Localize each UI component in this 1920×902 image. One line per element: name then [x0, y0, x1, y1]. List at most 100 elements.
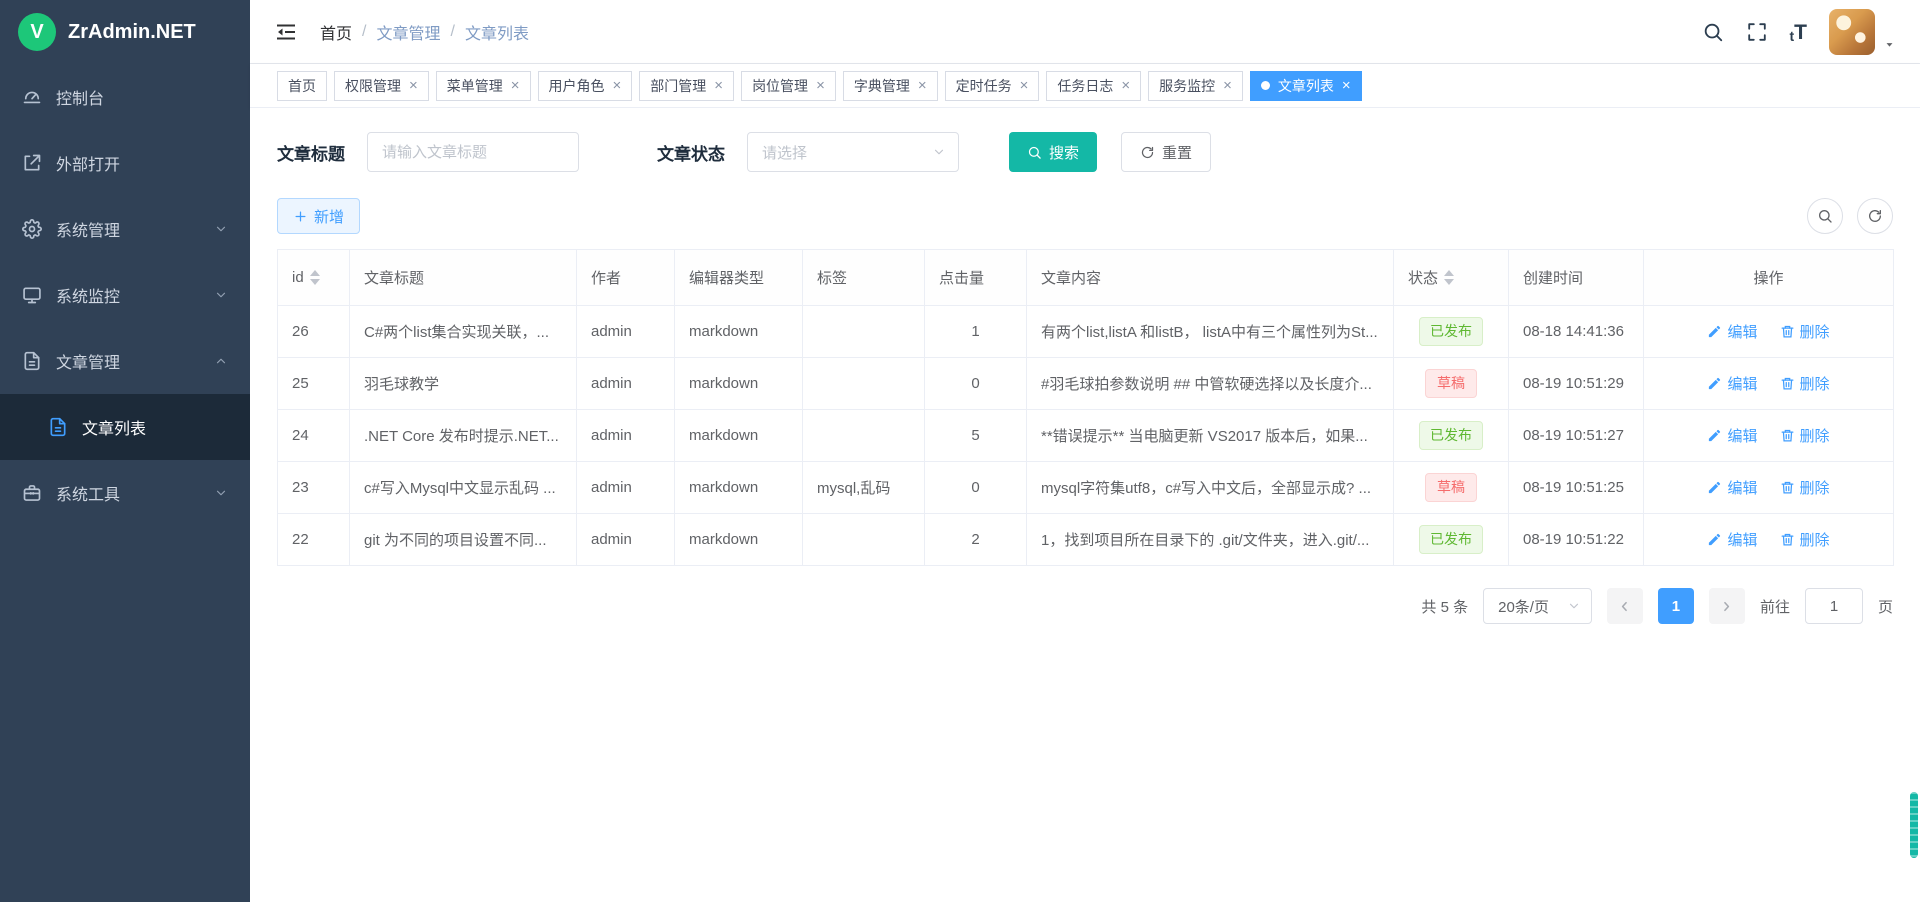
cell-id: 22: [278, 514, 350, 566]
logo-icon: V: [18, 13, 56, 51]
tab-close-icon[interactable]: ×: [409, 77, 418, 94]
delete-link[interactable]: 删除: [1780, 373, 1830, 394]
toggle-search-button[interactable]: [1807, 198, 1843, 234]
sidebar-item-label: 外部打开: [56, 151, 120, 175]
user-avatar[interactable]: [1829, 9, 1875, 55]
delete-link[interactable]: 删除: [1780, 477, 1830, 498]
edit-link[interactable]: 编辑: [1707, 373, 1757, 394]
column-header-ops: 操作: [1644, 250, 1894, 306]
add-button[interactable]: 新增: [277, 198, 360, 234]
cell-title: .NET Core 发布时提示.NET...: [350, 410, 577, 462]
edit-link[interactable]: 编辑: [1707, 321, 1757, 342]
goto-page-input[interactable]: [1805, 588, 1863, 624]
tab-close-icon[interactable]: ×: [511, 77, 520, 94]
sidebar-item-system-monitor[interactable]: 系统监控: [0, 262, 250, 328]
tab-timed-task[interactable]: 定时任务×: [945, 71, 1040, 101]
page-number-1[interactable]: 1: [1658, 588, 1694, 624]
cell-tags: [803, 410, 925, 462]
font-size-icon[interactable]: tT: [1790, 21, 1808, 43]
tab-home[interactable]: 首页: [277, 71, 327, 101]
column-label: 操作: [1753, 267, 1783, 288]
sidebar-item-system-tools[interactable]: 系统工具: [0, 460, 250, 526]
delete-icon: [1780, 376, 1795, 391]
tab-article-list[interactable]: 文章列表×: [1250, 71, 1362, 101]
tab-label: 部门管理: [650, 76, 706, 96]
sidebar-item-console[interactable]: 控制台: [0, 64, 250, 130]
table-row: 25羽毛球教学adminmarkdown0#羽毛球拍参数说明 ## 中管软硬选择…: [278, 358, 1894, 410]
pagination: 共 5 条 20条/页 1 前往 页: [277, 588, 1893, 624]
breadcrumb-item[interactable]: 文章管理: [376, 20, 440, 44]
tab-close-icon[interactable]: ×: [613, 77, 622, 94]
add-button-label: 新增: [314, 206, 344, 227]
cell-status: 草稿: [1394, 462, 1509, 514]
page-size-select[interactable]: 20条/页: [1483, 588, 1592, 624]
sidebar-item-system-management[interactable]: 系统管理: [0, 196, 250, 262]
tab-user-role[interactable]: 用户角色×: [538, 71, 633, 101]
column-header-id[interactable]: id: [278, 250, 350, 306]
column-header-hits: 点击量: [925, 250, 1027, 306]
search-button[interactable]: 搜索: [1009, 132, 1097, 172]
cell-ops: 编辑 删除: [1644, 410, 1894, 462]
caret-down-icon[interactable]: [1883, 38, 1896, 51]
delete-link[interactable]: 删除: [1780, 321, 1830, 342]
cell-status: 已发布: [1394, 306, 1509, 358]
article-status-select[interactable]: 请选择: [747, 132, 959, 172]
sidebar-collapse-button[interactable]: [274, 20, 298, 44]
refresh-icon: [1140, 145, 1155, 160]
page-size-value: 20条/页: [1498, 596, 1549, 617]
tab-close-icon[interactable]: ×: [1121, 77, 1130, 94]
breadcrumb-item[interactable]: 首页: [320, 20, 352, 44]
tab-post[interactable]: 岗位管理 ×: [741, 71, 836, 101]
delete-link[interactable]: 删除: [1780, 529, 1830, 550]
tab-label: 岗位管理: [752, 76, 808, 96]
sort-icon[interactable]: [310, 270, 320, 285]
search-icon[interactable]: [1702, 21, 1724, 43]
tab-service-monitor[interactable]: 服务监控×: [1148, 71, 1243, 101]
active-tab-dot: [1261, 81, 1270, 90]
column-header-author: 作者: [577, 250, 675, 306]
column-label: id: [292, 269, 304, 286]
edit-link[interactable]: 编辑: [1707, 425, 1757, 446]
tab-close-icon[interactable]: ×: [918, 77, 927, 94]
sort-icon[interactable]: [1444, 270, 1454, 285]
header-actions: tT: [1702, 9, 1897, 55]
article-title-input[interactable]: [367, 132, 579, 172]
next-page-button[interactable]: [1709, 588, 1745, 624]
scrollbar-thumb[interactable]: [1910, 792, 1918, 858]
tab-menu[interactable]: 菜单管理×: [436, 71, 531, 101]
tab-task-log[interactable]: 任务日志 ×: [1046, 71, 1141, 101]
reset-button[interactable]: 重置: [1121, 132, 1211, 172]
tab-permission[interactable]: 权限管理×: [334, 71, 429, 101]
delete-icon: [1780, 480, 1795, 495]
edit-link[interactable]: 编辑: [1707, 477, 1757, 498]
edit-icon: [1707, 428, 1722, 443]
cell-author: admin: [577, 514, 675, 566]
fullscreen-icon[interactable]: [1746, 21, 1768, 43]
tab-close-icon[interactable]: ×: [816, 77, 825, 94]
cell-id: 26: [278, 306, 350, 358]
sidebar-item-label: 系统管理: [56, 217, 120, 241]
prev-page-button[interactable]: [1607, 588, 1643, 624]
refresh-table-button[interactable]: [1857, 198, 1893, 234]
tab-close-icon[interactable]: ×: [714, 77, 723, 94]
cell-author: admin: [577, 358, 675, 410]
cell-status: 已发布: [1394, 410, 1509, 462]
tab-close-icon[interactable]: ×: [1342, 77, 1351, 94]
sidebar: V ZrAdmin.NET 控制台外部打开系统管理系统监控文章管理文章列表系统工…: [0, 0, 250, 902]
column-header-status[interactable]: 状态: [1394, 250, 1509, 306]
edit-link[interactable]: 编辑: [1707, 529, 1757, 550]
tab-close-icon[interactable]: ×: [1223, 77, 1232, 94]
chevron-left-icon: [1617, 599, 1632, 614]
sidebar-item-external-open[interactable]: 外部打开: [0, 130, 250, 196]
tab-close-icon[interactable]: ×: [1020, 77, 1029, 94]
article-status-label: 文章状态: [657, 140, 725, 165]
tab-dept[interactable]: 部门管理 ×: [639, 71, 734, 101]
tab-label: 任务日志: [1057, 76, 1113, 96]
sidebar-item-article-list[interactable]: 文章列表: [0, 394, 250, 460]
sidebar-menu: 控制台外部打开系统管理系统监控文章管理文章列表系统工具: [0, 64, 250, 902]
cell-created: 08-19 10:51:27: [1509, 410, 1644, 462]
cell-hits: 0: [925, 358, 1027, 410]
delete-link[interactable]: 删除: [1780, 425, 1830, 446]
tab-dict[interactable]: 字典管理×: [843, 71, 938, 101]
sidebar-item-article-management[interactable]: 文章管理: [0, 328, 250, 394]
